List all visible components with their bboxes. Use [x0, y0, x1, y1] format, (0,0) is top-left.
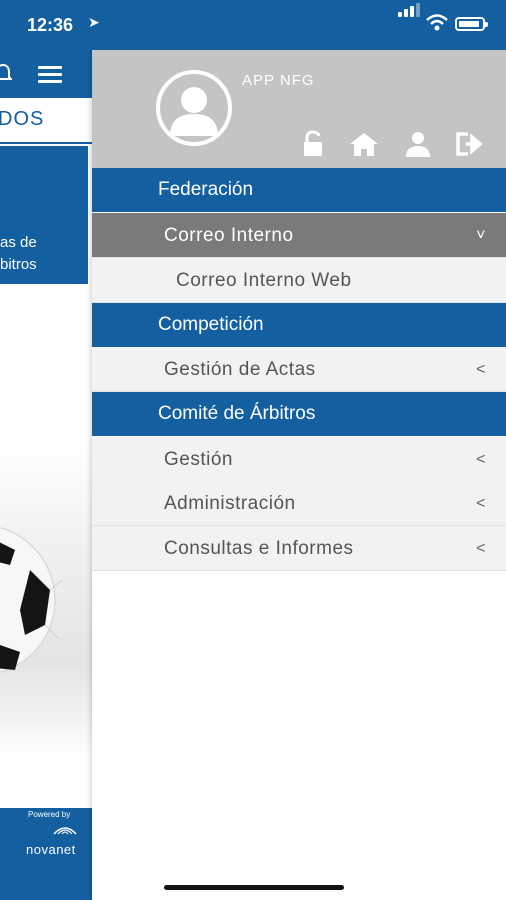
battery-level	[459, 21, 479, 27]
novanet-logo-icon	[53, 827, 77, 835]
background-image	[0, 440, 92, 760]
bell-icon[interactable]	[0, 63, 12, 83]
background-tab-label: DOS	[0, 108, 45, 130]
menu-item-label: Administración	[164, 493, 296, 514]
status-bar: 12:36 ➤	[0, 0, 506, 50]
menu-item-correo-interno[interactable]: Correo Interno ˅	[92, 213, 506, 258]
menu-item-correo-interno-web[interactable]: Correo Interno Web	[92, 258, 506, 303]
navigation-drawer: APP NFG Federación Correo Interno ˅ Corr…	[92, 50, 506, 900]
avatar[interactable]	[156, 70, 232, 146]
user-avatar-icon	[170, 87, 218, 136]
powered-label: Powered by	[28, 810, 71, 819]
menu-item-administracion[interactable]: Administración <	[92, 481, 506, 526]
chevron-left-icon: <	[476, 361, 486, 378]
menu-item-label: Consultas e Informes	[164, 538, 354, 559]
soccer-ball-icon	[0, 527, 63, 673]
section-federacion: Federación	[92, 168, 506, 212]
background-card-text: as de bitros	[0, 234, 37, 273]
menu-item-label: Correo Interno	[164, 225, 294, 246]
menu-item-gestion-de-actas[interactable]: Gestión de Actas <	[92, 347, 506, 392]
logout-icon[interactable]	[454, 130, 486, 158]
status-time: 12:36	[27, 15, 74, 35]
wifi-icon	[426, 14, 448, 31]
novanet-brand: novanet	[26, 842, 76, 857]
section-comite-de-arbitros: Comité de Árbitros	[92, 392, 506, 436]
battery-icon	[455, 17, 488, 31]
menu-item-consultas-e-informes[interactable]: Consultas e Informes <	[92, 526, 506, 571]
chevron-left-icon: <	[476, 540, 486, 557]
location-arrow-icon: ➤	[88, 14, 100, 30]
menu-item-label: Correo Interno Web	[176, 270, 352, 291]
drawer-header: APP NFG	[92, 50, 506, 168]
chevron-left-icon: <	[476, 495, 486, 512]
menu-icon[interactable]	[38, 66, 62, 84]
app-name: APP NFG	[242, 72, 315, 89]
menu-item-gestion[interactable]: Gestión <	[92, 437, 506, 482]
section-competicion: Competición	[92, 303, 506, 347]
home-icon[interactable]	[348, 130, 380, 158]
chevron-left-icon: <	[476, 451, 486, 468]
background-app: DOS as de bitros Powered by novanet	[0, 0, 92, 900]
unlock-icon[interactable]	[298, 130, 330, 158]
menu-item-label: Gestión de Actas	[164, 359, 316, 380]
home-indicator[interactable]	[164, 885, 344, 890]
user-icon[interactable]	[402, 130, 434, 158]
menu-item-label: Gestión	[164, 449, 233, 470]
chevron-down-icon: ˅	[476, 227, 486, 244]
